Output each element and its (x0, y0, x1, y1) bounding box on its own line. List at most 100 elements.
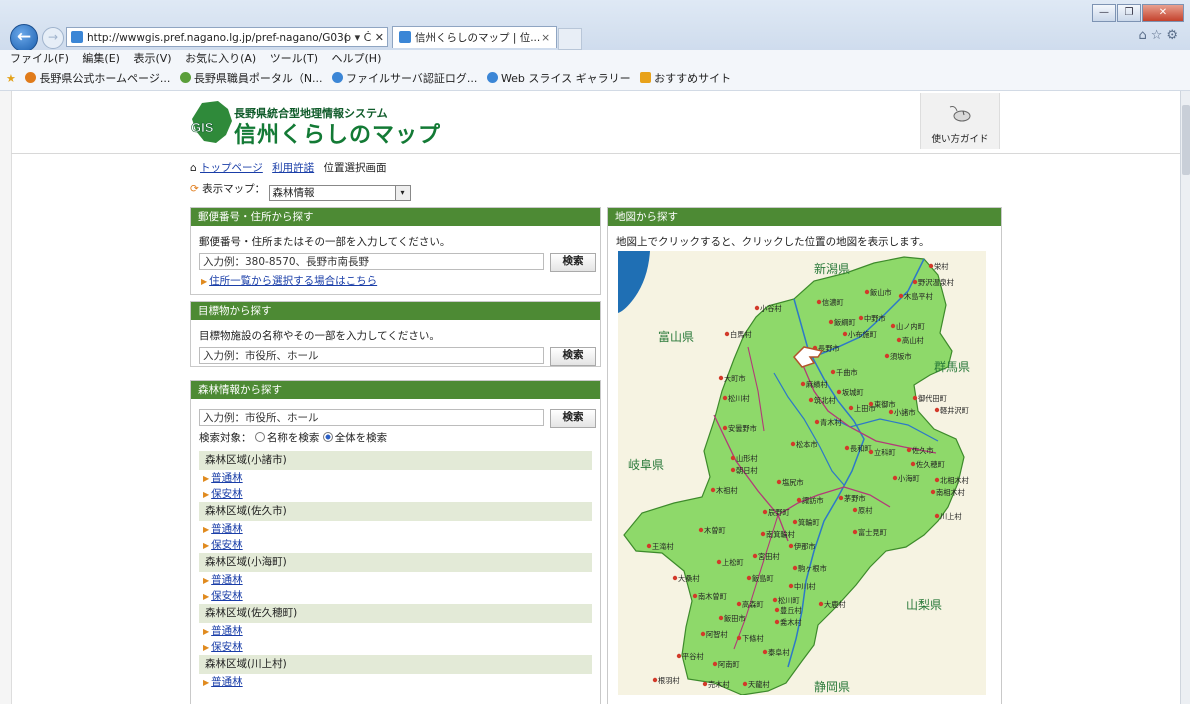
maximize-button[interactable]: ❐ (1117, 4, 1141, 22)
city-label[interactable]: 白馬村 (730, 330, 752, 339)
landmark-search-input[interactable]: 入力例：市役所、ホール (199, 347, 544, 364)
city-marker[interactable] (700, 631, 706, 637)
city-marker[interactable] (760, 531, 766, 537)
city-label[interactable]: 大鹿村 (824, 600, 846, 609)
city-label[interactable]: 高森町 (742, 600, 764, 609)
city-label[interactable]: 塩尻市 (782, 478, 804, 487)
city-marker[interactable] (776, 479, 782, 485)
city-marker[interactable] (774, 607, 780, 613)
city-marker[interactable] (934, 407, 940, 413)
city-marker[interactable] (864, 289, 870, 295)
forest-search-button[interactable]: 検索 (550, 409, 596, 428)
display-map-select[interactable]: 森林情報 ▾ (268, 185, 411, 201)
city-label[interactable]: 南箕輪村 (766, 530, 795, 539)
city-marker[interactable] (890, 323, 896, 329)
city-label[interactable]: 山ノ内町 (896, 322, 925, 331)
city-marker[interactable] (814, 419, 820, 425)
city-marker[interactable] (788, 543, 794, 549)
city-label[interactable]: 大桑村 (678, 574, 700, 583)
city-label[interactable]: 富士見町 (858, 528, 887, 537)
nagano-clickable-map[interactable]: 新潟県 富山県 群馬県 岐阜県 山梨県 静岡県 栄村 野沢温泉村 飯山市 木島平村 小谷… (618, 251, 986, 695)
city-marker[interactable] (884, 353, 890, 359)
menu-favorites[interactable]: お気に入り(A) (185, 52, 256, 65)
forest-link-normal[interactable]: 普通林 (211, 472, 243, 484)
city-label[interactable]: 泰阜村 (768, 648, 790, 657)
city-label[interactable]: 飯田市 (724, 614, 746, 623)
city-marker[interactable] (774, 619, 780, 625)
city-marker[interactable] (808, 397, 814, 403)
city-marker[interactable] (742, 681, 748, 687)
menu-edit[interactable]: 編集(E) (82, 52, 120, 65)
menu-tools[interactable]: ツール(T) (270, 52, 318, 65)
city-label[interactable]: 南相木村 (936, 488, 965, 497)
city-label[interactable]: 伊那市 (794, 542, 816, 551)
city-marker[interactable] (910, 461, 916, 467)
city-marker[interactable] (718, 375, 724, 381)
city-marker[interactable] (934, 477, 940, 483)
city-label[interactable]: 飯綱町 (834, 318, 856, 327)
forward-button[interactable]: → (42, 27, 64, 49)
city-label[interactable]: 佐久市 (912, 446, 934, 455)
minimize-button[interactable]: — (1092, 4, 1116, 22)
city-marker[interactable] (710, 487, 716, 493)
city-label[interactable]: 野沢温泉村 (918, 278, 954, 287)
forest-link-protected[interactable]: 保安林 (211, 590, 243, 602)
city-label[interactable]: 高山村 (902, 336, 924, 345)
city-label[interactable]: 宮田村 (758, 552, 780, 561)
tab-close-icon[interactable]: × (541, 27, 550, 48)
city-marker[interactable] (796, 497, 802, 503)
city-marker[interactable] (702, 681, 708, 687)
back-button[interactable]: ← (10, 24, 38, 52)
forest-link-normal[interactable]: 普通林 (211, 523, 243, 535)
city-marker[interactable] (852, 507, 858, 513)
fav-item-portal[interactable]: 長野県職員ポータル（N... (179, 72, 323, 85)
new-tab-button[interactable] (558, 28, 582, 50)
city-label[interactable]: 木祖村 (716, 486, 738, 495)
city-label[interactable]: 東御市 (874, 400, 896, 409)
city-label[interactable]: 中野市 (864, 314, 886, 323)
city-label[interactable]: 栄村 (934, 262, 948, 271)
city-marker[interactable] (912, 279, 918, 285)
chevron-down-icon[interactable]: ▾ (394, 186, 410, 200)
fav-item-nagano[interactable]: 長野県公式ホームページ... (25, 72, 170, 85)
city-label[interactable]: 立科町 (874, 448, 896, 457)
postal-search-input[interactable]: 入力例：380-8570、長野市南長野 (199, 253, 544, 270)
city-label[interactable]: 松川村 (728, 394, 750, 403)
city-marker[interactable] (928, 263, 934, 269)
city-marker[interactable] (934, 513, 940, 519)
city-label[interactable]: 木島平村 (904, 292, 933, 301)
city-marker[interactable] (692, 593, 698, 599)
city-label[interactable]: 松本市 (796, 440, 818, 449)
city-marker[interactable] (746, 575, 752, 581)
city-marker[interactable] (672, 575, 678, 581)
city-marker[interactable] (930, 489, 936, 495)
postal-search-button[interactable]: 検索 (550, 253, 596, 272)
city-marker[interactable] (754, 305, 760, 311)
city-label[interactable]: 小谷村 (760, 304, 782, 313)
city-label[interactable]: 辰野町 (768, 508, 790, 517)
city-label[interactable]: 南木曽町 (698, 592, 727, 601)
city-marker[interactable] (716, 559, 722, 565)
city-marker[interactable] (898, 293, 904, 299)
city-marker[interactable] (718, 615, 724, 621)
address-bar[interactable]: http://wwwgis.pref.nagano.lg.jp/pref-nag… (66, 27, 388, 47)
city-label[interactable]: 駒ヶ根市 (798, 564, 827, 573)
city-label[interactable]: 王滝村 (652, 542, 674, 551)
city-marker[interactable] (852, 529, 858, 535)
city-marker[interactable] (838, 495, 844, 501)
tab-active[interactable]: 信州くらしのマップ | 位... × (392, 26, 557, 48)
city-marker[interactable] (816, 299, 822, 305)
city-label[interactable]: 坂城町 (842, 388, 864, 397)
breadcrumb-top[interactable]: トップページ (200, 162, 263, 174)
radio-name-search[interactable] (254, 432, 265, 442)
forest-link-normal[interactable]: 普通林 (211, 574, 243, 586)
city-marker[interactable] (762, 649, 768, 655)
forest-search-input[interactable]: 入力例：市役所、ホール (199, 409, 544, 426)
city-marker[interactable] (790, 441, 796, 447)
city-marker[interactable] (646, 543, 652, 549)
city-label[interactable]: 阿南町 (718, 660, 740, 669)
city-marker[interactable] (736, 635, 742, 641)
city-marker[interactable] (842, 331, 848, 337)
home-favorites-tools-icons[interactable]: ⌂☆⚙ (1138, 28, 1182, 43)
city-marker[interactable] (888, 409, 894, 415)
